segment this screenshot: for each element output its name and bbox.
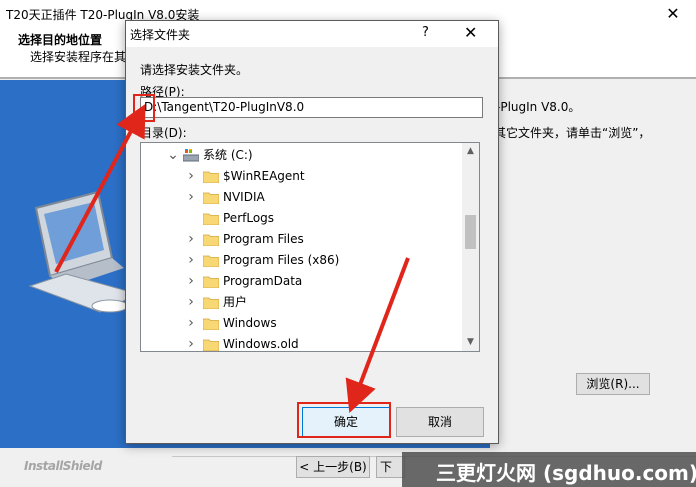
folder-icon bbox=[203, 234, 219, 246]
tree-item[interactable]: › NVIDIA bbox=[141, 187, 461, 208]
tree-item[interactable]: › Windows bbox=[141, 313, 461, 334]
tree-item-label: $WinREAgent bbox=[223, 169, 305, 183]
tree-item[interactable]: › ProgramData bbox=[141, 271, 461, 292]
tree-item-label: 用户 bbox=[223, 295, 248, 309]
folder-icon bbox=[203, 192, 219, 204]
cancel-button[interactable]: 取消 bbox=[396, 407, 484, 437]
browse-button[interactable]: 浏览(R)... bbox=[576, 373, 650, 395]
scroll-thumb[interactable] bbox=[465, 215, 476, 249]
dialog-title: 选择文件夹 bbox=[130, 28, 191, 42]
tree-item-label: Program Files bbox=[223, 232, 304, 246]
chevron-down-icon[interactable]: ⌄ bbox=[167, 145, 179, 166]
drive-letter-highlight-box bbox=[133, 94, 155, 122]
folder-icon bbox=[203, 339, 219, 351]
chevron-right-icon[interactable]: › bbox=[185, 292, 197, 313]
installer-close-icon[interactable]: ✕ bbox=[650, 0, 696, 28]
back-button[interactable]: < 上一步(B) bbox=[296, 456, 370, 478]
dialog-titlebar: 选择文件夹 ? ✕ bbox=[126, 21, 498, 47]
installer-info-line2: 其它文件夹，请单击“浏览”， bbox=[494, 126, 651, 140]
tree-item[interactable]: › Program Files (x86) bbox=[141, 250, 461, 271]
installshield-logo: InstallShield bbox=[24, 459, 102, 473]
tree-item-label: ProgramData bbox=[223, 274, 303, 288]
installer-info-line1: -PlugIn V8.0。 bbox=[496, 100, 581, 114]
select-folder-dialog: 选择文件夹 ? ✕ 请选择安装文件夹。 路径(P): 目录(D): ⌄系统 (C… bbox=[125, 20, 499, 444]
chevron-right-icon[interactable] bbox=[185, 208, 197, 229]
chevron-right-icon[interactable]: › bbox=[185, 250, 197, 271]
tree-item[interactable]: › 用户 bbox=[141, 292, 461, 313]
tree-item-label: Program Files (x86) bbox=[223, 253, 340, 267]
chevron-right-icon[interactable]: › bbox=[185, 187, 197, 208]
path-input[interactable] bbox=[140, 97, 483, 118]
scroll-up-icon[interactable]: ▲ bbox=[462, 143, 479, 160]
help-icon[interactable]: ? bbox=[422, 25, 429, 40]
chevron-right-icon[interactable]: › bbox=[185, 313, 197, 334]
drive-icon bbox=[183, 149, 199, 162]
tree-item[interactable]: ⌄ 系统 (C:) bbox=[141, 145, 461, 166]
folder-tree[interactable]: ⌄ 系统 (C:) › $WinREAgent › NVIDIA PerfLogs › Prog… bbox=[140, 142, 480, 352]
folder-icon bbox=[203, 276, 219, 288]
chevron-right-icon[interactable]: › bbox=[185, 334, 197, 351]
tree-item[interactable]: › Program Files bbox=[141, 229, 461, 250]
chevron-right-icon[interactable]: › bbox=[185, 166, 197, 187]
tree-item[interactable]: PerfLogs bbox=[141, 208, 461, 229]
tree-item[interactable]: › Windows.old bbox=[141, 334, 461, 351]
scroll-down-icon[interactable]: ▼ bbox=[462, 334, 479, 351]
tree-item-label: NVIDIA bbox=[223, 190, 265, 204]
computer-illustration-icon bbox=[28, 190, 138, 313]
chevron-right-icon[interactable]: › bbox=[185, 271, 197, 292]
dialog-prompt: 请选择安装文件夹。 bbox=[140, 63, 249, 77]
folder-icon bbox=[203, 171, 219, 183]
watermark-text: 三更灯火网 (sgdhuo.com) bbox=[436, 461, 696, 485]
installer-header-subtitle: 选择安装程序在其 bbox=[30, 50, 127, 64]
tree-item-label: Windows.old bbox=[223, 337, 299, 351]
directory-label: 目录(D): bbox=[140, 126, 187, 140]
chevron-right-icon[interactable]: › bbox=[185, 229, 197, 250]
tree-scrollbar[interactable]: ▲ ▼ bbox=[462, 143, 479, 351]
dialog-close-icon[interactable]: ✕ bbox=[464, 23, 477, 42]
folder-icon bbox=[203, 255, 219, 267]
folder-icon bbox=[203, 318, 219, 330]
tree-item-label: Windows bbox=[223, 316, 277, 330]
installer-header-title: 选择目的地位置 bbox=[18, 33, 103, 47]
tree-item-label: 系统 (C:) bbox=[203, 148, 253, 162]
folder-icon bbox=[203, 297, 219, 309]
ok-highlight-box bbox=[297, 402, 391, 438]
folder-icon bbox=[203, 213, 219, 225]
tree-item-label: PerfLogs bbox=[223, 211, 275, 225]
next-button[interactable]: 下 bbox=[376, 456, 405, 478]
tree-item[interactable]: › $WinREAgent bbox=[141, 166, 461, 187]
